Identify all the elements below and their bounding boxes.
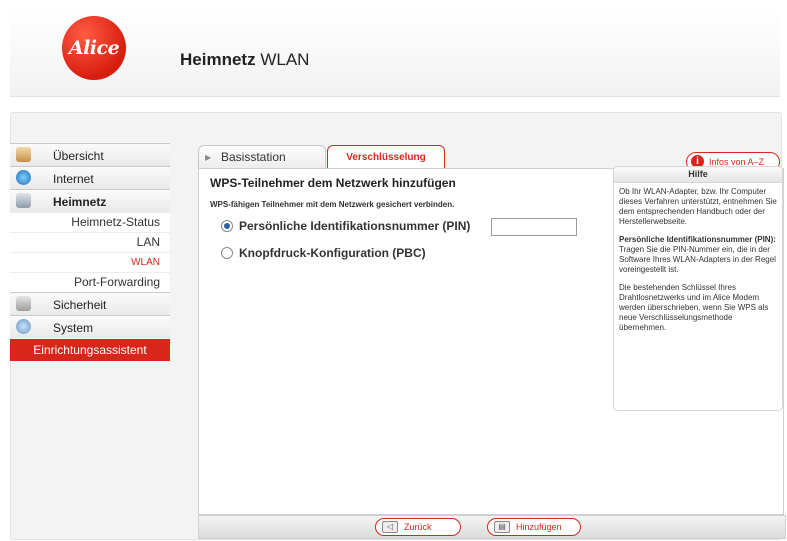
tab-basisstation[interactable]: ▶ Basisstation [198,145,326,169]
logo-text: Alice [68,37,120,59]
home-icon [16,147,31,162]
pin-radio-label: Persönliche Identifikationsnummer (PIN) [239,219,471,233]
section-subtitle: WPS-fähigen Teilnehmer mit dem Netzwerk … [210,200,455,209]
alice-logo[interactable]: Alice [62,16,126,80]
sidebar-item-sicherheit[interactable]: Sicherheit [10,292,170,315]
back-button-label: Zurück [404,522,432,532]
sidebar-item-label: Heimnetz [53,195,107,209]
content-area: WPS-Teilnehmer dem Netzwerk hinzufügen W… [198,166,784,515]
page-title-bold: Heimnetz [180,50,256,69]
tab-verschluesselung[interactable]: Verschlüsselung [327,145,445,170]
pin-radio[interactable] [221,220,233,232]
sidebar-item-label: Übersicht [53,149,104,163]
header: Alice Heimnetz WLAN [10,10,780,97]
add-button[interactable]: ▤ Hinzufügen [487,518,581,536]
help-paragraph: Persönliche Identifikationsnummer (PIN):… [619,235,777,275]
help-title: Hilfe [614,167,782,183]
pbc-radio[interactable] [221,247,233,259]
back-button[interactable]: ◁ Zurück [375,518,461,536]
page-title: Heimnetz WLAN [180,50,309,70]
sidebar-item-label: System [53,321,94,335]
lock-icon [16,296,31,311]
system-icon [16,319,31,334]
add-button-label: Hinzufügen [516,522,562,532]
help-box: Hilfe Ob Ihr WLAN-Adapter, bzw. Ihr Comp… [613,166,783,411]
sidebar: Übersicht Internet Heimnetz Heimnetz-Sta… [10,143,170,361]
sidebar-item-uebersicht[interactable]: Übersicht [10,143,170,166]
add-icon: ▤ [494,521,510,533]
sidebar-subitem-heimnetz-status[interactable]: Heimnetz-Status [10,212,170,232]
sidebar-subitem-port-forwarding[interactable]: Port-Forwarding [10,272,170,292]
sidebar-item-label: Internet [53,172,94,186]
tab-arrow-icon: ▶ [205,153,212,162]
help-paragraph: Die bestehenden Schlüssel Ihres Drahtlos… [619,283,769,332]
help-pin-text: Tragen Sie die PIN-Nummer ein, die in de… [619,245,776,274]
section-title: WPS-Teilnehmer dem Netzwerk hinzufügen [210,176,456,190]
sidebar-item-einrichtungsassistent[interactable]: Einrichtungsassistent [10,339,170,361]
sidebar-subitem-wlan[interactable]: WLAN [10,252,170,272]
page-title-rest: WLAN [260,50,310,69]
tab-label: Basisstation [221,150,286,164]
network-icon [16,193,31,208]
pbc-radio-label: Knopfdruck-Konfiguration (PBC) [239,246,426,260]
sidebar-item-system[interactable]: System [10,315,170,338]
sidebar-subitem-lan[interactable]: LAN [10,232,170,252]
sidebar-item-heimnetz[interactable]: Heimnetz [10,189,170,212]
help-pin-heading: Persönliche Identifikationsnummer (PIN): [619,235,776,244]
pin-input[interactable] [491,218,577,236]
sidebar-item-label: Sicherheit [53,298,107,312]
back-arrow-icon: ◁ [382,521,398,533]
main-panel: ▶ Basisstation Verschlüsselung i Infos v… [192,145,784,535]
help-paragraph: Ob Ihr WLAN-Adapter, bzw. Ihr Computer d… [619,187,777,226]
footer-bar: ◁ Zurück ▤ Hinzufügen [198,515,786,539]
sidebar-item-internet[interactable]: Internet [10,166,170,189]
help-body: Ob Ihr WLAN-Adapter, bzw. Ihr Computer d… [614,183,782,345]
globe-icon [16,170,31,185]
